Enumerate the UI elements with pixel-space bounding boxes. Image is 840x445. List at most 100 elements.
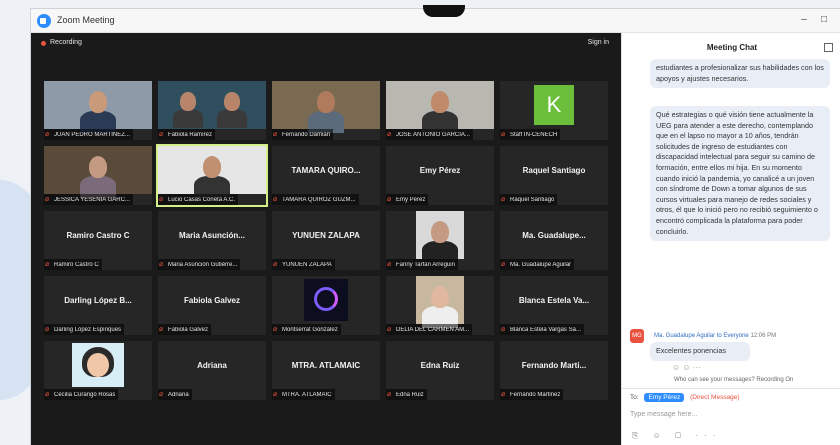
participant-tile[interactable]: ⌀ Fernando Damian [272,81,380,140]
participant-label: ⌀ Maria Asunción Gutiérre... [158,259,241,270]
chat-message-text: Qué estrategias o qué visión tiene actua… [656,110,818,236]
participant-tile[interactable]: Emy Pérez ⌀ Emy Pérez [386,146,494,205]
participant-label: ⌀ JESSICA YESENIA GARC... [44,194,133,205]
participant-tile[interactable]: ⌀ Fanny Tarfan Arreguin [386,211,494,270]
mic-muted-icon: ⌀ [387,130,392,138]
screenshot-stage: Zoom Meeting – □ Recording Sign in ⌀ JUAN… [0,0,840,445]
mic-muted-icon: ⌀ [273,390,278,398]
participant-label: ⌀ Fabiola Galvez [158,324,212,335]
participant-tile[interactable]: ⌀ Lucio Casas Coneta A.C. [156,144,268,207]
participant-label: ⌀ DELIA DEL CARMEN AM... [386,324,473,335]
recipient-dropdown[interactable]: Emy Pérez [644,393,685,402]
popout-icon[interactable] [824,43,833,52]
mic-muted-icon: ⌀ [387,260,392,268]
mic-muted-icon: ⌀ [273,130,278,138]
participant-tile[interactable]: TAMARA QUIRO... ⌀ TAMARA QUIROZ GUZM... [272,146,380,205]
mic-muted-icon: ⌀ [387,390,392,398]
mic-muted-icon: ⌀ [273,325,278,333]
mic-muted-icon: ⌀ [45,390,50,398]
recording-icon [41,41,46,46]
participant-video [158,146,266,198]
to-label: To: [630,394,639,401]
mic-muted-icon: ⌀ [273,195,278,203]
participant-label: ⌀ Ma. Guadalupe Aguilar [500,259,575,270]
participant-name: Ramiro Castro C [54,261,99,268]
sender-name[interactable]: Ma. Guadalupe Aguilar [654,333,715,339]
privacy-tip[interactable]: Who can see your messages? Recording On [674,377,793,383]
participant-tile[interactable]: ⌀ JESSICA YESENIA GARC... [44,146,152,205]
participant-name: Lucio Casas Coneta A.C. [168,196,236,203]
profile-logo-icon [304,279,348,321]
chat-input[interactable]: Type message here... [630,411,697,418]
participant-tile[interactable]: Ma. Guadalupe... ⌀ Ma. Guadalupe Aguilar [500,211,608,270]
participant-tile[interactable]: ⌀ Fabiola Ramírez [158,81,266,140]
participant-tile[interactable]: Fernando Marti... ⌀ Fernando Martinez [500,341,608,400]
participant-name: Cecilia Curangó Rosas [54,391,116,398]
participant-tile[interactable]: ⌀ Montserrat González [272,276,380,335]
participant-label: ⌀ Fanny Tarfan Arreguin [386,259,458,270]
participant-tile[interactable]: ⌀ JOSE ANTONIO GARCÍA... [386,81,494,140]
participant-tile[interactable]: Ramiro Castro C ⌀ Ramiro Castro C [44,211,152,270]
chat-message-bubble: Excelentes ponencias [650,342,750,361]
participant-tile[interactable]: MTRA. ATLAMAIC ⌀ MTRA. ATLAMAIC [272,341,380,400]
participant-name: Staff IN-CENECH [510,131,558,138]
sender-line: Ma. Guadalupe Aguilar to Everyone 12:06 … [654,333,776,339]
participant-tile[interactable]: ⌀ Cecilia Curangó Rosas [44,341,152,400]
participant-display-name: YUNUEN ZALAPA [292,231,360,240]
mic-muted-icon: ⌀ [501,390,506,398]
video-gallery-area: Recording Sign in ⌀ JUAN PEDRO MARTÍNEZ..… [31,33,621,445]
mic-muted-icon: ⌀ [45,260,50,268]
participant-tile[interactable]: Fabiola Galvez ⌀ Fabiola Galvez [158,276,266,335]
participant-tile[interactable]: Edna Ruiz ⌀ Edna Ruiz [386,341,494,400]
participant-label: ⌀ Lucio Casas Coneta A.C. [158,194,239,205]
recording-label[interactable]: Recording [50,39,82,46]
meeting-chat-panel: Meeting Chat estudiantes a profesionaliz… [621,33,840,445]
participant-video [386,81,494,133]
maximize-button[interactable]: □ [817,13,831,27]
mic-muted-icon: ⌀ [45,325,50,333]
participant-display-name: Blanca Estela Va... [518,296,590,305]
chat-message-text: estudiantes a profesionalizar sus habili… [656,63,824,83]
reaction-icons[interactable]: ☺ ☺ ··· [672,363,701,372]
participant-tile[interactable]: Blanca Estela Va... ⌀ Blanca Estela Vargas… [500,276,608,335]
participant-video [416,276,464,328]
participant-tile[interactable]: Maria Asunción... ⌀ Maria Asunción Gutiérr… [158,211,266,270]
participant-video [158,81,266,129]
mic-muted-icon: ⌀ [273,260,278,268]
video-top-bar: Recording Sign in [31,33,621,55]
participant-video [416,211,464,263]
participant-tile[interactable]: Darling López B... ⌀ Darling López Espíriq… [44,276,152,335]
participant-name: Fernando Martinez [510,391,561,398]
audience-link[interactable]: Everyone [723,333,748,339]
avatar-face [87,353,109,377]
participant-name: Fabiola Ramírez [168,131,213,138]
participant-name: YUNUEN ZALAPA [282,261,332,268]
participant-name: Fabiola Galvez [168,326,209,333]
participant-video [44,81,152,133]
to-word: to [716,333,722,339]
chat-toolbar-icons[interactable]: ⎘ ☺ ▢ ··· [632,431,721,441]
participant-label: ⌀ TAMARA QUIROZ GUZM... [272,194,359,205]
recipient-row: To: Emy Pérez (Direct Message) [630,393,740,402]
mic-muted-icon: ⌀ [159,195,164,203]
direct-message-label: (Direct Message) [690,394,740,401]
participant-tile[interactable]: K ⌀ Staff IN-CENECH [500,81,608,140]
participant-tile[interactable]: Raquel Santiago ⌀ Raquel Santiago [500,146,608,205]
participant-tile[interactable]: ⌀ DELIA DEL CARMEN AM... [386,276,494,335]
zoom-window: Zoom Meeting – □ Recording Sign in ⌀ JUAN… [30,5,840,445]
mic-muted-icon: ⌀ [501,195,506,203]
participant-video [44,146,152,198]
participant-display-name: Maria Asunción... [179,231,245,240]
participant-label: ⌀ Cecilia Curangó Rosas [44,389,119,400]
participant-display-name: Darling López B... [64,296,132,305]
minimize-button[interactable]: – [797,13,811,27]
participant-display-name: Ma. Guadalupe... [522,231,586,240]
participant-tile[interactable]: Adriana ⌀ Adriana [158,341,266,400]
participant-name: Fanny Tarfan Arreguin [396,261,455,268]
sign-in-link[interactable]: Sign in [588,39,609,46]
participant-label: ⌀ Fernando Damian [272,129,334,140]
participant-tile[interactable]: YUNUEN ZALAPA ⌀ YUNUEN ZALAPA [272,211,380,270]
participant-name: Blanca Estela Vargas Sa... [510,326,581,333]
participant-tile[interactable]: ⌀ JUAN PEDRO MARTÍNEZ... [44,81,152,140]
participant-name: DELIA DEL CARMEN AM... [396,326,470,333]
